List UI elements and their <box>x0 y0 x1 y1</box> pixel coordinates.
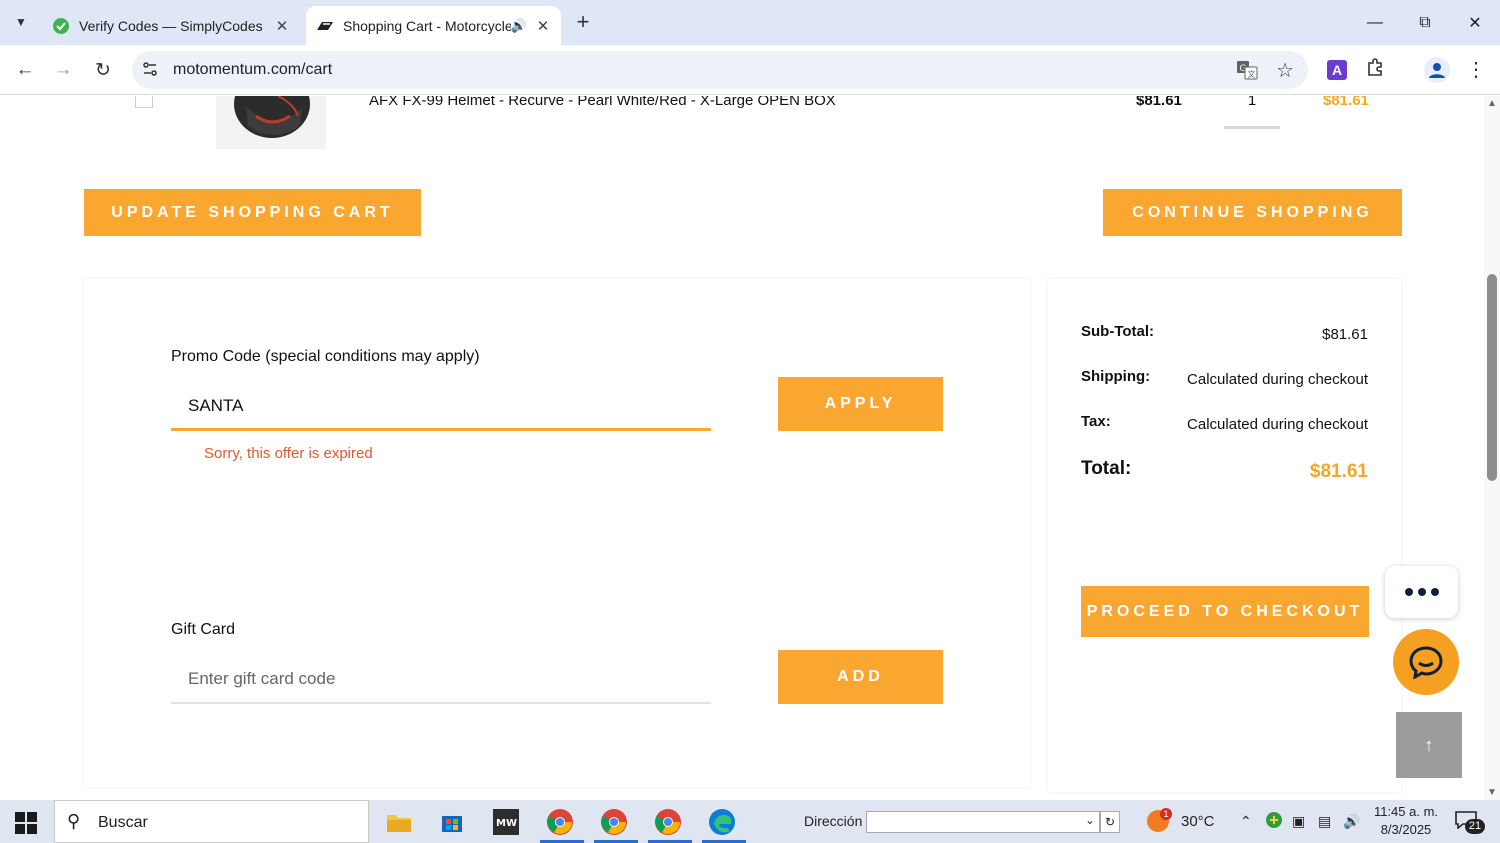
live-chat-button[interactable] <box>1393 629 1459 695</box>
proceed-to-checkout-button[interactable]: Proceed to Checkout <box>1081 586 1369 637</box>
total-label: Total: <box>1081 458 1132 479</box>
dot-icon <box>1417 588 1426 596</box>
quantity-input[interactable]: 1 <box>1224 96 1280 129</box>
back-to-top-button[interactable]: ↑ <box>1396 712 1462 778</box>
address-toolbar-input[interactable]: ⌄ <box>866 811 1100 833</box>
start-button[interactable] <box>15 812 37 834</box>
temperature-text[interactable]: 30°C <box>1181 813 1215 830</box>
total-value: $81.61 <box>1309 461 1368 482</box>
tab-search-button[interactable]: ▼ <box>6 8 36 36</box>
address-bar-row: ← → ↻ motomentum.com/cart G文 ☆ A ⋮ <box>0 45 1500 95</box>
scroll-down-arrow-icon[interactable]: ▼ <box>1487 787 1497 798</box>
show-hidden-icons-chevron-icon[interactable]: ⌃ <box>1240 813 1252 830</box>
product-image[interactable] <box>216 96 326 149</box>
simplycodes-favicon-icon <box>52 17 70 35</box>
order-summary-panel <box>1048 279 1401 792</box>
product-name-link[interactable]: AFX FX-99 Helmet - Recurve - Pearl White… <box>369 96 836 109</box>
notification-count-badge: 21 <box>1465 819 1485 834</box>
file-explorer-icon[interactable] <box>379 804 419 840</box>
forward-button[interactable]: → <box>50 57 76 83</box>
promo-code-input[interactable] <box>171 383 711 431</box>
promo-error-message: Sorry, this offer is expired <box>204 445 373 462</box>
notification-center-icon[interactable]: 21 <box>1455 811 1485 834</box>
apply-promo-button[interactable]: Apply <box>778 377 943 431</box>
close-window-button[interactable]: ✕ <box>1450 0 1500 45</box>
taskbar: ⚲ Buscar MW Dirección ⌄ ↻ 1 30°C ⌃ ▣ ▤ 🔊… <box>0 800 1500 843</box>
tab-title: Shopping Cart - Motorcycle <box>343 17 511 34</box>
sync-icon[interactable] <box>1265 811 1283 832</box>
close-tab-icon[interactable]: ✕ <box>531 17 555 35</box>
dot-icon <box>1430 588 1439 596</box>
update-cart-button[interactable]: Update Shopping Cart <box>84 189 421 236</box>
cart-item-row: AFX FX-99 Helmet - Recurve - Pearl White… <box>0 96 1480 156</box>
taskbar-clock[interactable]: 11:45 a. m. 8/3/2025 <box>1373 803 1439 839</box>
tax-label: Tax: <box>1081 413 1111 430</box>
product-price: $81.61 <box>1136 96 1182 109</box>
clock-date: 8/3/2025 <box>1380 822 1432 837</box>
weather-alert-badge: 1 <box>1160 808 1172 820</box>
subtotal-label: Sub-Total: <box>1081 323 1155 340</box>
svg-text:MW: MW <box>496 818 517 829</box>
chrome-window-icon[interactable] <box>648 804 692 843</box>
add-gift-card-button[interactable]: Add <box>778 650 943 704</box>
tab-shopping-cart[interactable]: Shopping Cart - Motorcycle 🔊 ✕ <box>306 6 561 45</box>
subtotal-value: $81.61 <box>1322 326 1368 343</box>
line-total: $81.61 <box>1323 96 1369 109</box>
omnibox[interactable]: motomentum.com/cart G文 ☆ <box>132 51 1308 89</box>
taskbar-search-text: Buscar <box>98 814 148 831</box>
tax-value: Calculated during checkout <box>1187 416 1368 433</box>
bookmark-star-icon[interactable]: ☆ <box>1276 58 1294 83</box>
translate-icon[interactable]: G文 <box>1236 60 1258 80</box>
back-button[interactable]: ← <box>12 57 38 83</box>
site-info-icon[interactable] <box>142 61 160 79</box>
scroll-up-arrow-icon[interactable]: ▲ <box>1487 98 1497 109</box>
network-icon[interactable]: ▤ <box>1318 813 1331 830</box>
shipping-label: Shipping: <box>1081 368 1151 385</box>
tab-bar: ▼ Verify Codes — SimplyCodes ✕ Shopping … <box>0 0 1500 45</box>
chat-bubble-icon <box>1409 646 1443 679</box>
chrome-icon[interactable] <box>540 804 584 843</box>
new-tab-button[interactable]: + <box>570 9 596 35</box>
tab-title: Verify Codes — SimplyCodes <box>79 17 263 34</box>
meet-now-icon[interactable]: ▣ <box>1292 813 1305 830</box>
profile-avatar-icon[interactable] <box>1424 57 1450 83</box>
cart-page: AFX FX-99 Helmet - Recurve - Pearl White… <box>0 96 1500 800</box>
audio-playing-icon[interactable]: 🔊 <box>511 18 527 34</box>
svg-text:文: 文 <box>1248 69 1256 79</box>
chrome-profile-icon[interactable] <box>594 804 638 843</box>
page-scrollbar[interactable]: ▲ ▼ <box>1484 96 1500 800</box>
minimize-button[interactable]: — <box>1350 0 1400 45</box>
close-tab-icon[interactable]: ✕ <box>270 17 294 35</box>
scroll-thumb[interactable] <box>1487 274 1497 481</box>
microsoft-store-icon[interactable] <box>432 804 472 840</box>
dot-icon <box>1404 588 1413 596</box>
volume-icon[interactable]: 🔊 <box>1343 813 1360 830</box>
edge-icon[interactable] <box>702 804 746 843</box>
browser-menu-icon[interactable]: ⋮ <box>1466 57 1486 82</box>
gift-card-label: Gift Card <box>171 621 236 638</box>
address-toolbar-label: Dirección <box>804 813 863 829</box>
tab-verify-codes[interactable]: Verify Codes — SimplyCodes ✕ <box>42 6 300 45</box>
url-text[interactable]: motomentum.com/cart <box>173 61 332 79</box>
shipping-value: Calculated during checkout <box>1187 371 1368 388</box>
address-go-icon[interactable]: ↻ <box>1100 811 1120 833</box>
reload-button[interactable]: ↻ <box>90 57 116 83</box>
extensions-puzzle-icon[interactable] <box>1366 57 1386 83</box>
gift-card-input[interactable] <box>171 656 711 704</box>
restore-button[interactable]: ⧉ <box>1400 0 1450 45</box>
chevron-down-icon[interactable]: ⌄ <box>1085 813 1095 827</box>
mw-app-icon[interactable]: MW <box>486 804 526 840</box>
clock-time: 11:45 a. m. <box>1373 804 1439 819</box>
remove-item-checkbox[interactable] <box>135 96 153 108</box>
promo-code-label: Promo Code (special conditions may apply… <box>171 348 480 365</box>
more-options-button[interactable] <box>1385 566 1458 618</box>
extension-a-icon[interactable]: A <box>1327 60 1347 80</box>
search-icon: ⚲ <box>67 811 81 831</box>
taskbar-search[interactable]: ⚲ Buscar <box>54 800 369 843</box>
continue-shopping-button[interactable]: Continue Shopping <box>1103 189 1402 236</box>
motomentum-favicon-icon <box>316 17 334 35</box>
